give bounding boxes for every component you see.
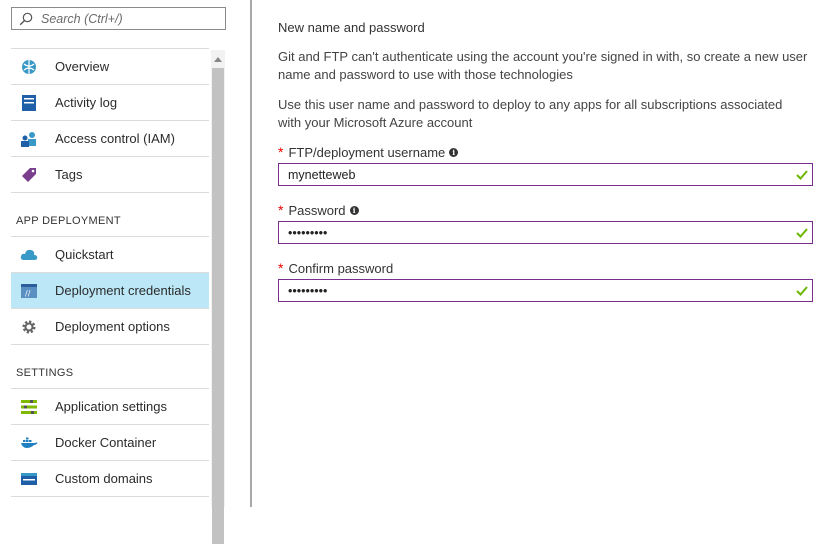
- overview-icon: [20, 58, 38, 76]
- sidebar-item-label: Deployment credentials: [55, 283, 191, 298]
- sidebar-item-label: Activity log: [55, 95, 118, 110]
- description-ftp: Git and FTP can't authenticate using the…: [278, 49, 808, 82]
- confirm-password-label-text: Confirm password: [288, 260, 394, 276]
- section-header-settings: SETTINGS: [11, 345, 209, 389]
- info-icon[interactable]: i: [349, 205, 359, 215]
- search-icon: [19, 12, 33, 25]
- confirm-password-field[interactable]: [278, 279, 813, 302]
- sidebar-item-overview[interactable]: Overview: [11, 49, 209, 85]
- access-control-icon: [20, 130, 38, 148]
- username-field[interactable]: [278, 163, 813, 186]
- checkmark-icon: [796, 227, 808, 238]
- username-input[interactable]: [279, 166, 796, 183]
- sidebar-item-label: Application settings: [55, 399, 168, 414]
- search-input[interactable]: [41, 11, 201, 26]
- sidebar-item-quickstart[interactable]: Quickstart: [11, 237, 209, 273]
- sidebar-item-custom-domains[interactable]: Custom domains: [11, 461, 209, 497]
- sidebar-item-tags[interactable]: Tags: [11, 157, 209, 193]
- tag-icon: [20, 166, 38, 184]
- sidebar-item-label: Custom domains: [55, 471, 153, 486]
- sidebar-item-label: Deployment options: [55, 319, 170, 334]
- page-title: New name and password: [278, 20, 425, 35]
- svg-text://: //: [25, 289, 31, 298]
- password-field[interactable]: [278, 221, 813, 244]
- username-label-text: FTP/deployment username: [288, 144, 446, 160]
- gear-icon: [20, 318, 38, 336]
- required-asterisk: *: [278, 144, 284, 160]
- section-header-app-deployment: APP DEPLOYMENT: [11, 193, 209, 237]
- required-asterisk: *: [278, 202, 284, 218]
- scroll-up-arrow-icon[interactable]: [211, 54, 225, 64]
- docker-icon: [20, 434, 38, 452]
- sidebar-item-label: Tags: [55, 167, 83, 182]
- scrollbar-thumb[interactable]: [212, 68, 224, 544]
- password-label-text: Password: [288, 202, 346, 218]
- checkmark-icon: [796, 285, 808, 296]
- confirm-password-input[interactable]: [279, 282, 796, 299]
- sidebar-item-docker-container[interactable]: Docker Container: [11, 425, 209, 461]
- password-input[interactable]: [279, 224, 796, 241]
- username-label: * FTP/deployment username i: [278, 144, 459, 160]
- checkmark-icon: [796, 169, 808, 180]
- sidebar-item-deployment-options[interactable]: Deployment options: [11, 309, 209, 345]
- quickstart-cloud-icon: [20, 246, 38, 264]
- sidebar-item-label: Quickstart: [55, 247, 114, 262]
- password-label: * Password i: [278, 202, 359, 218]
- sidebar-scrollbar[interactable]: [211, 50, 225, 544]
- custom-domains-icon: [20, 470, 38, 488]
- search-box[interactable]: [11, 7, 226, 30]
- sidebar-item-activity-log[interactable]: Activity log: [11, 85, 209, 121]
- sidebar-item-label: Overview: [55, 59, 110, 74]
- sidebar-item-application-settings[interactable]: Application settings: [11, 389, 209, 425]
- deployment-credentials-icon: //: [20, 282, 38, 300]
- menu-list: Overview Activity log Access control (IA…: [11, 48, 209, 497]
- activity-log-icon: [20, 94, 38, 112]
- info-icon[interactable]: i: [449, 147, 459, 157]
- resource-menu: Overview Activity log Access control (IA…: [0, 0, 252, 544]
- application-settings-icon: [20, 398, 38, 416]
- description-usage: Use this user name and password to deplo…: [278, 97, 783, 130]
- sidebar-item-label: Access control (IAM): [55, 131, 175, 146]
- sidebar-item-label: Docker Container: [55, 435, 157, 450]
- sidebar-item-access-control[interactable]: Access control (IAM): [11, 121, 209, 157]
- required-asterisk: *: [278, 260, 284, 276]
- confirm-password-label: * Confirm password: [278, 260, 393, 276]
- sidebar-item-deployment-credentials[interactable]: // Deployment credentials: [11, 273, 209, 309]
